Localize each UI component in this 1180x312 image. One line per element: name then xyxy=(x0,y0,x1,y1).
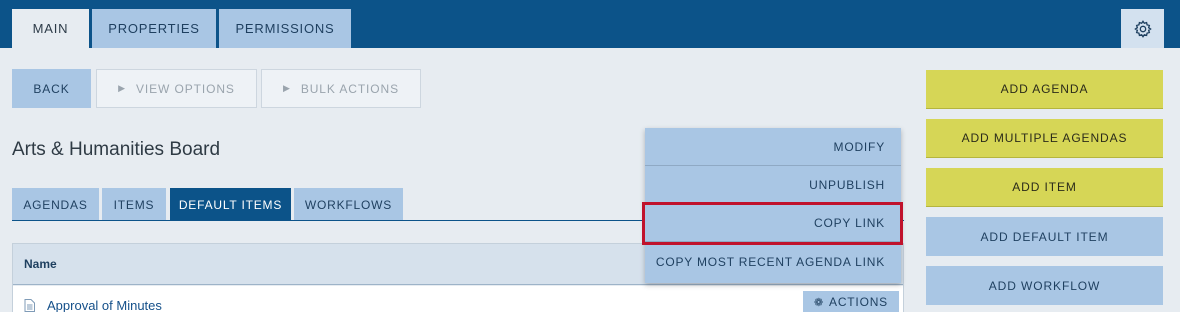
bulk-actions-button[interactable]: ▶ BULK ACTIONS xyxy=(261,69,421,108)
document-icon xyxy=(24,299,35,312)
add-workflow-button[interactable]: ADD WORKFLOW xyxy=(926,266,1163,305)
actions-label: ACTIONS xyxy=(829,295,888,309)
view-options-label: VIEW OPTIONS xyxy=(136,81,235,96)
play-triangle-icon: ▶ xyxy=(283,83,291,93)
gear-icon xyxy=(1133,19,1152,38)
menu-item-unpublish[interactable]: UNPUBLISH xyxy=(645,166,901,204)
tab-workflows[interactable]: WORKFLOWS xyxy=(294,188,403,221)
tab-properties[interactable]: PROPERTIES xyxy=(92,9,216,48)
add-default-item-button[interactable]: ADD DEFAULT ITEM xyxy=(926,217,1163,256)
top-nav-bar: MAIN PROPERTIES PERMISSIONS xyxy=(0,0,1180,48)
tab-permissions[interactable]: PERMISSIONS xyxy=(219,9,351,48)
menu-item-modify[interactable]: MODIFY xyxy=(645,128,901,166)
table-row: Approval of Minutes ❁ ACTIONS xyxy=(13,286,903,312)
bulk-actions-label: BULK ACTIONS xyxy=(300,81,399,96)
menu-item-copy-link[interactable]: COPY LINK xyxy=(645,204,901,242)
back-button[interactable]: BACK xyxy=(12,69,91,108)
cog-icon: ❁ xyxy=(814,296,825,309)
tab-agendas[interactable]: AGENDAS xyxy=(12,188,99,221)
tab-items[interactable]: ITEMS xyxy=(102,188,166,221)
settings-button[interactable] xyxy=(1121,9,1164,48)
actions-dropdown-menu: MODIFY UNPUBLISH COPY LINK COPY MOST REC… xyxy=(645,128,901,283)
tab-main[interactable]: MAIN xyxy=(12,9,89,48)
add-item-button[interactable]: ADD ITEM xyxy=(926,168,1163,207)
add-agenda-button[interactable]: ADD AGENDA xyxy=(926,70,1163,109)
actions-button[interactable]: ❁ ACTIONS xyxy=(803,291,899,312)
add-multiple-agendas-button[interactable]: ADD MULTIPLE AGENDAS xyxy=(926,119,1163,158)
item-name-link[interactable]: Approval of Minutes xyxy=(47,298,162,312)
view-options-button[interactable]: ▶ VIEW OPTIONS xyxy=(96,69,257,108)
menu-item-copy-recent-agenda-link[interactable]: COPY MOST RECENT AGENDA LINK xyxy=(645,243,901,281)
tab-default-items[interactable]: DEFAULT ITEMS xyxy=(170,188,291,221)
page-title: Arts & Humanities Board xyxy=(12,139,221,160)
play-triangle-icon: ▶ xyxy=(118,83,126,93)
